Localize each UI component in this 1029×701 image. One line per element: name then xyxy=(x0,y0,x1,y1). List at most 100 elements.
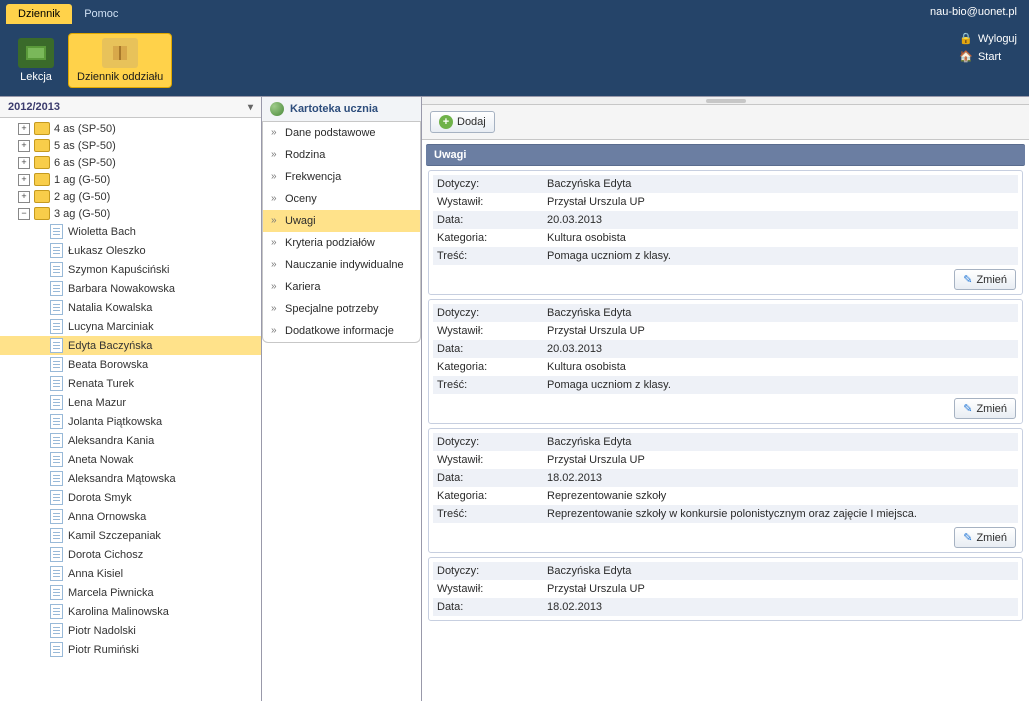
edit-button-label: Zmień xyxy=(976,532,1007,544)
subnav-item[interactable]: Kariera xyxy=(263,276,420,298)
tree-folder[interactable]: +1 ag (G-50) xyxy=(0,171,261,188)
ribbon-lekcja-button[interactable]: Lekcja xyxy=(8,34,64,87)
document-icon xyxy=(50,623,63,638)
expand-icon[interactable]: + xyxy=(18,157,30,169)
edit-button[interactable]: ✎Zmień xyxy=(954,398,1016,419)
tree-item-label: Natalia Kowalska xyxy=(68,302,152,314)
collapse-icon[interactable]: − xyxy=(18,208,30,220)
subnav-item[interactable]: Rodzina xyxy=(263,144,420,166)
field-label: Data: xyxy=(437,601,547,613)
records-scroll[interactable]: Uwagi Dotyczy:Baczyńska EdytaWystawił:Pr… xyxy=(422,140,1029,701)
chevron-down-icon: ▾ xyxy=(248,102,253,113)
tree-folder[interactable]: +4 as (SP-50) xyxy=(0,120,261,137)
tree-student-item[interactable]: Dorota Smyk xyxy=(0,488,261,507)
tree-folder[interactable]: +2 ag (G-50) xyxy=(0,188,261,205)
ribbon: Lekcja Dziennik oddziału 🔒 Wyloguj 🏠 Sta… xyxy=(0,24,1029,96)
tree-student-item[interactable]: Lena Mazur xyxy=(0,393,261,412)
content-toolbar: + Dodaj xyxy=(422,105,1029,140)
expand-icon[interactable]: + xyxy=(18,174,30,186)
field-label: Kategoria: xyxy=(437,490,547,502)
tree-student-item[interactable]: Beata Borowska xyxy=(0,355,261,374)
edit-button[interactable]: ✎Zmień xyxy=(954,527,1016,548)
year-selector[interactable]: 2012/2013 ▾ xyxy=(0,97,261,118)
tree-student-item[interactable]: Anna Kisiel xyxy=(0,564,261,583)
card-actions: ✎Zmień xyxy=(433,394,1018,419)
tree-student-item[interactable]: Anna Ornowska xyxy=(0,507,261,526)
remark-card: Dotyczy:Baczyńska EdytaWystawił:Przystał… xyxy=(428,428,1023,553)
tree-item-label: Wioletta Bach xyxy=(68,226,136,238)
subnav-item[interactable]: Frekwencja xyxy=(263,166,420,188)
remark-card: Dotyczy:Baczyńska EdytaWystawił:Przystał… xyxy=(428,170,1023,295)
logout-link[interactable]: 🔒 Wyloguj xyxy=(960,30,1017,48)
tree-student-item[interactable]: Wioletta Bach xyxy=(0,222,261,241)
field-value: Przystał Urszula UP xyxy=(547,325,1014,337)
field-row: Wystawił:Przystał Urszula UP xyxy=(433,580,1018,598)
edit-button[interactable]: ✎Zmień xyxy=(954,269,1016,290)
tree-student-item[interactable]: Renata Turek xyxy=(0,374,261,393)
subnav-item[interactable]: Nauczanie indywidualne xyxy=(263,254,420,276)
expand-icon[interactable]: + xyxy=(18,140,30,152)
field-value: 20.03.2013 xyxy=(547,214,1014,226)
tree-student-item[interactable]: Dorota Cichosz xyxy=(0,545,261,564)
expand-icon[interactable]: + xyxy=(18,123,30,135)
field-value: Reprezentowanie szkoły xyxy=(547,490,1014,502)
add-button[interactable]: + Dodaj xyxy=(430,111,495,133)
sidebar: 2012/2013 ▾ +4 as (SP-50)+5 as (SP-50)+6… xyxy=(0,97,262,701)
plus-icon: + xyxy=(439,115,453,129)
tree-item-label: Anna Ornowska xyxy=(68,511,146,523)
tree-item-label: Kamil Szczepaniak xyxy=(68,530,161,542)
field-value: Kultura osobista xyxy=(547,232,1014,244)
tree-student-item[interactable]: Aleksandra Kania xyxy=(0,431,261,450)
field-row: Wystawił:Przystał Urszula UP xyxy=(433,322,1018,340)
subnav-item[interactable]: Oceny xyxy=(263,188,420,210)
tree-student-item[interactable]: Lucyna Marciniak xyxy=(0,317,261,336)
tree-item-label: Dorota Cichosz xyxy=(68,549,143,561)
tree-item-label: 5 as (SP-50) xyxy=(54,140,116,152)
folder-icon xyxy=(34,122,50,135)
content-area: + Dodaj Uwagi Dotyczy:Baczyńska EdytaWys… xyxy=(422,97,1029,701)
year-label: 2012/2013 xyxy=(8,101,60,113)
tree-student-item[interactable]: Barbara Nowakowska xyxy=(0,279,261,298)
subnav-item[interactable]: Kryteria podziałów xyxy=(263,232,420,254)
top-tab-dziennik[interactable]: Dziennik xyxy=(6,4,72,24)
tree-folder[interactable]: −3 ag (G-50) xyxy=(0,205,261,222)
document-icon xyxy=(50,414,63,429)
folder-icon xyxy=(34,190,50,203)
top-tab-pomoc[interactable]: Pomoc xyxy=(72,4,130,24)
ribbon-dziennik-button[interactable]: Dziennik oddziału xyxy=(68,33,172,88)
register-icon xyxy=(102,38,138,68)
subnav-item[interactable]: Dodatkowe informacje xyxy=(263,320,420,342)
tree-student-item[interactable]: Piotr Rumiński xyxy=(0,640,261,659)
tree-folder[interactable]: +5 as (SP-50) xyxy=(0,137,261,154)
tree-student-item[interactable]: Piotr Nadolski xyxy=(0,621,261,640)
tree-student-item[interactable]: Szymon Kapuściński xyxy=(0,260,261,279)
subnav-item[interactable]: Dane podstawowe xyxy=(263,122,420,144)
subnav-item[interactable]: Uwagi xyxy=(263,210,420,232)
field-label: Treść: xyxy=(437,508,547,520)
tree-student-item[interactable]: Edyta Baczyńska xyxy=(0,336,261,355)
lock-icon: 🔒 xyxy=(960,33,972,45)
tree-item-label: Łukasz Oleszko xyxy=(68,245,146,257)
tree-student-item[interactable]: Aneta Nowak xyxy=(0,450,261,469)
tree-student-item[interactable]: Natalia Kowalska xyxy=(0,298,261,317)
field-label: Data: xyxy=(437,343,547,355)
start-link[interactable]: 🏠 Start xyxy=(960,48,1017,66)
expand-icon[interactable]: + xyxy=(18,191,30,203)
tree-item-label: Anna Kisiel xyxy=(68,568,123,580)
tree-student-item[interactable]: Karolina Malinowska xyxy=(0,602,261,621)
splitter-handle[interactable] xyxy=(422,97,1029,105)
field-row: Dotyczy:Baczyńska Edyta xyxy=(433,175,1018,193)
document-icon xyxy=(50,452,63,467)
tree-student-item[interactable]: Marcela Piwnicka xyxy=(0,583,261,602)
tree-folder[interactable]: +6 as (SP-50) xyxy=(0,154,261,171)
field-label: Treść: xyxy=(437,250,547,262)
subnav-item[interactable]: Specjalne potrzeby xyxy=(263,298,420,320)
field-row: Wystawił:Przystał Urszula UP xyxy=(433,451,1018,469)
tree-student-item[interactable]: Łukasz Oleszko xyxy=(0,241,261,260)
field-label: Dotyczy: xyxy=(437,178,547,190)
tree-student-item[interactable]: Aleksandra Mątowska xyxy=(0,469,261,488)
tree-student-item[interactable]: Jolanta Piątkowska xyxy=(0,412,261,431)
tree[interactable]: +4 as (SP-50)+5 as (SP-50)+6 as (SP-50)+… xyxy=(0,118,261,701)
tree-student-item[interactable]: Kamil Szczepaniak xyxy=(0,526,261,545)
user-label: nau-bio@uonet.pl xyxy=(930,0,1029,24)
